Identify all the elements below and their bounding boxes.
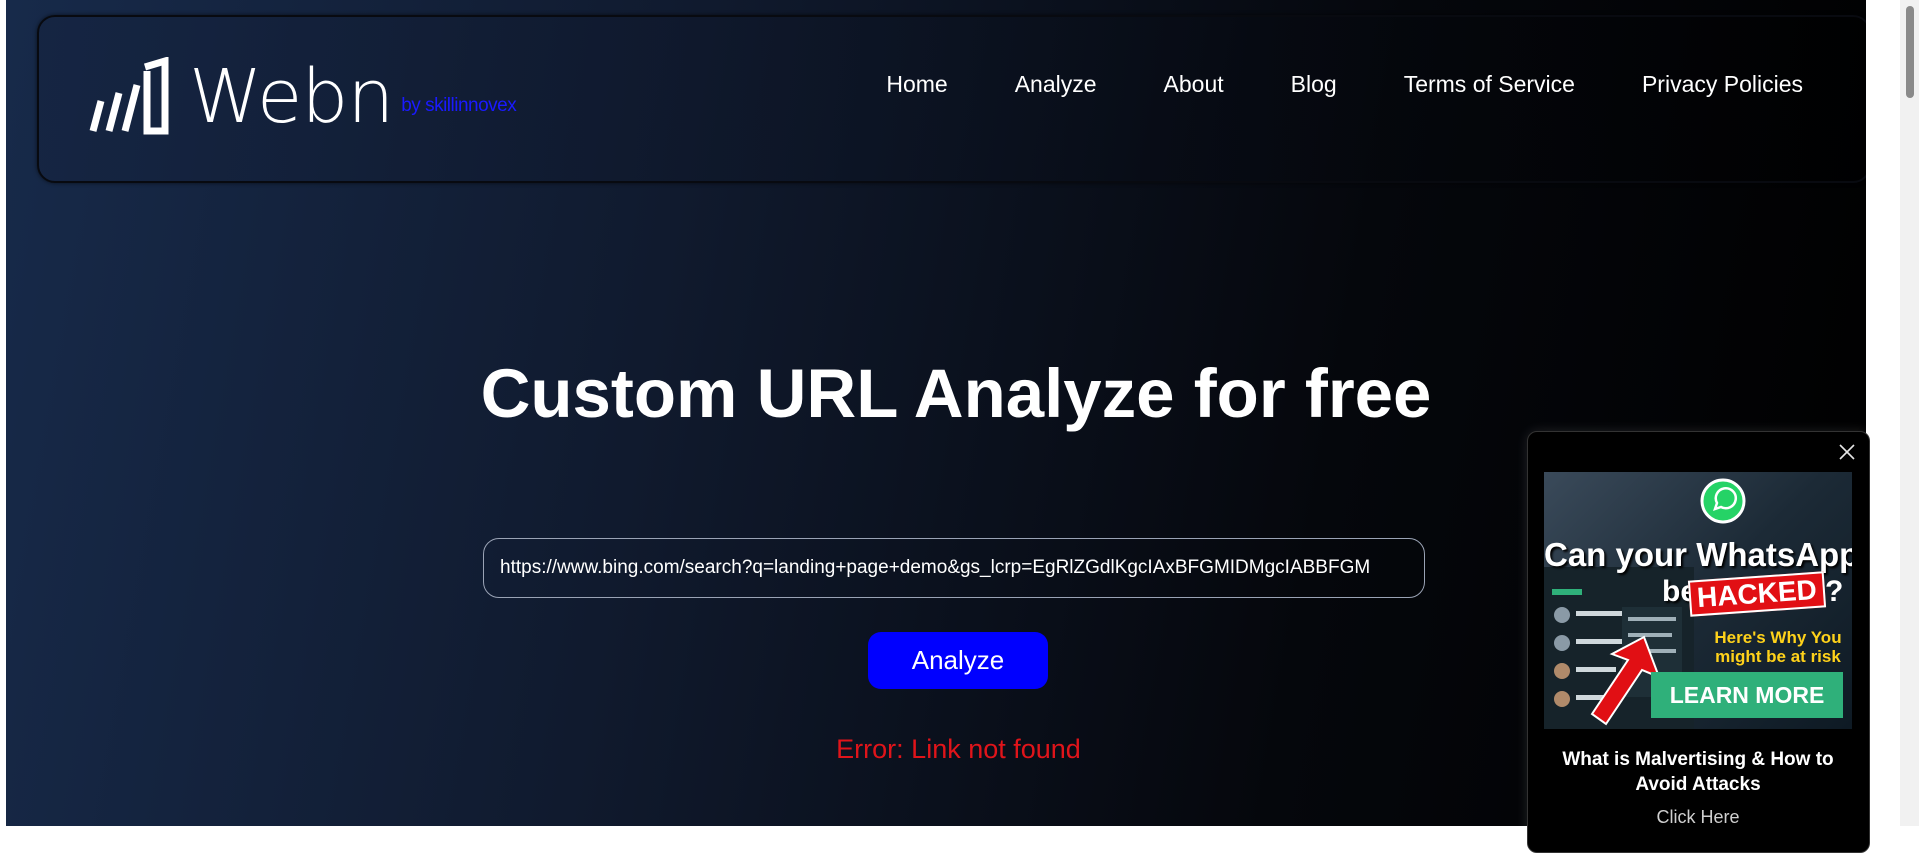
main-nav: Home Analyze About Blog Terms of Service… (819, 71, 1803, 98)
whatsapp-icon (1700, 478, 1746, 524)
ad-title[interactable]: What is Malvertising & How to Avoid Atta… (1538, 747, 1858, 797)
learn-more-button[interactable]: LEARN MORE (1651, 672, 1843, 718)
ad-question-mark: ? (1825, 575, 1844, 608)
brand-name: Webn (189, 54, 394, 140)
nav-terms[interactable]: Terms of Service (1404, 71, 1575, 98)
ad-click-here-link[interactable]: Click Here (1538, 807, 1858, 828)
ad-banner-image[interactable]: Can your WhatsApp be HACKED ? Here's Why… (1544, 472, 1852, 729)
ad-subhead: Here's Why You might be at risk (1714, 628, 1842, 666)
page-scrollbar[interactable] (1900, 0, 1919, 826)
top-navbar: Webn by skillinnovex Home Analyze About … (37, 15, 1866, 183)
ad-headline: Can your WhatsApp (1544, 536, 1852, 573)
nav-about[interactable]: About (1164, 71, 1224, 98)
nav-blog[interactable]: Blog (1291, 71, 1337, 98)
nav-home[interactable]: Home (886, 71, 947, 98)
scrollbar-thumb[interactable] (1906, 6, 1914, 98)
url-input[interactable] (483, 538, 1425, 598)
analyze-button[interactable]: Analyze (868, 632, 1048, 689)
nav-analyze[interactable]: Analyze (1015, 71, 1097, 98)
webn-logo-icon (89, 57, 169, 135)
brand-byline: by skillinnovex (401, 95, 517, 116)
ad-hacked-badge: HACKED (1687, 571, 1826, 617)
page-title: Custom URL Analyze for free (480, 355, 1432, 432)
ad-popup: Can your WhatsApp be HACKED ? Here's Why… (1527, 431, 1870, 853)
brand-logo[interactable]: Webn by skillinnovex (89, 54, 517, 140)
close-icon[interactable] (1835, 440, 1859, 464)
nav-privacy[interactable]: Privacy Policies (1642, 71, 1803, 98)
